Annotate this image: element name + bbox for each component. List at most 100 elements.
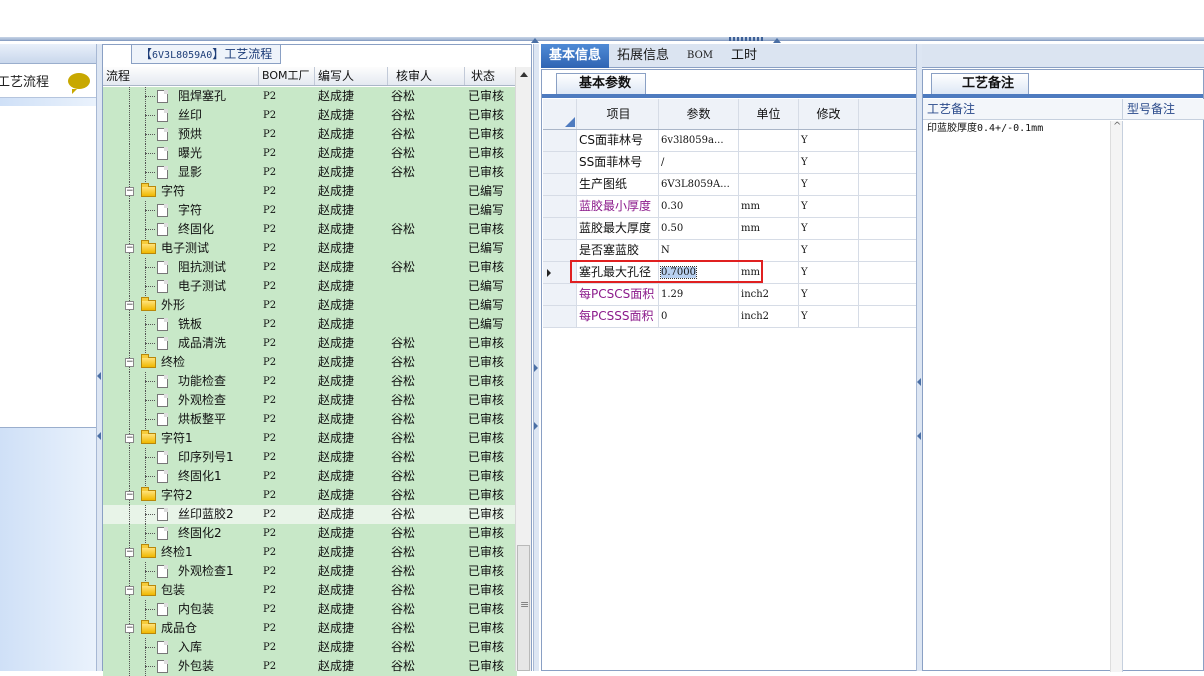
col-header-unit[interactable]: 单位: [739, 99, 799, 129]
param-row[interactable]: 生产图纸 6V3L8059A... Y: [543, 174, 917, 196]
tree-node[interactable]: 显影: [103, 163, 259, 182]
param-modify-cell[interactable]: Y: [799, 130, 859, 151]
tree-row[interactable]: 显影 P2 赵成捷 谷松 已审核: [103, 163, 517, 182]
tree-node[interactable]: 外观检查: [103, 391, 259, 410]
param-unit-cell[interactable]: [739, 130, 799, 151]
tree-row[interactable]: 外观检查1 P2 赵成捷 谷松 已审核: [103, 562, 517, 581]
tree-node[interactable]: 丝印蓝胶2: [103, 505, 259, 524]
tree-row[interactable]: − 成品仓 P2 赵成捷 谷松 已审核: [103, 619, 517, 638]
tree-row[interactable]: 印序列号1 P2 赵成捷 谷松 已审核: [103, 448, 517, 467]
collapse-arrow-icon[interactable]: [917, 432, 921, 440]
tree-row[interactable]: − 字符1 P2 赵成捷 谷松 已审核: [103, 429, 517, 448]
tab-work-hours[interactable]: 工时: [723, 44, 765, 68]
param-modify-cell[interactable]: Y: [799, 284, 859, 305]
row-selector[interactable]: [543, 196, 577, 217]
tree-node[interactable]: 预烘: [103, 125, 259, 144]
tree-row[interactable]: − 字符 P2 赵成捷 已编写: [103, 182, 517, 201]
row-selector[interactable]: [543, 284, 577, 305]
row-selector[interactable]: [543, 152, 577, 173]
tree-node[interactable]: 内包装: [103, 600, 259, 619]
tree-node[interactable]: 丝印: [103, 106, 259, 125]
param-value-cell[interactable]: 6v3l8059a...: [659, 130, 739, 151]
tree-node[interactable]: 终固化: [103, 220, 259, 239]
tree-row[interactable]: 铣板 P2 赵成捷 已编写: [103, 315, 517, 334]
tree-row[interactable]: 字符 P2 赵成捷 已编写: [103, 201, 517, 220]
tree-row[interactable]: 外观检查 P2 赵成捷 谷松 已审核: [103, 391, 517, 410]
row-selector[interactable]: [543, 306, 577, 327]
param-modify-cell[interactable]: Y: [799, 174, 859, 195]
tree-row[interactable]: 曝光 P2 赵成捷 谷松 已审核: [103, 144, 517, 163]
tab-basic-info[interactable]: 基本信息: [541, 44, 610, 68]
tree-row[interactable]: 烘板整平 P2 赵成捷 谷松 已审核: [103, 410, 517, 429]
param-modify-cell[interactable]: Y: [799, 218, 859, 239]
collapse-toggle-icon[interactable]: −: [125, 491, 134, 500]
param-row[interactable]: 每PCSCS面积 1.29 inch2 Y: [543, 284, 917, 306]
tree-scrollbar[interactable]: [515, 67, 531, 671]
col-header-param[interactable]: 参数: [659, 99, 739, 129]
tree-row[interactable]: 终固化1 P2 赵成捷 谷松 已审核: [103, 467, 517, 486]
tree-node[interactable]: 铣板: [103, 315, 259, 334]
tree-node[interactable]: − 包装: [103, 581, 259, 600]
tree-row[interactable]: 功能检查 P2 赵成捷 谷松 已审核: [103, 372, 517, 391]
tree-node[interactable]: 阻抗测试: [103, 258, 259, 277]
tree-node[interactable]: − 字符2: [103, 486, 259, 505]
param-value-cell[interactable]: 0.50: [659, 218, 739, 239]
tree-node[interactable]: 电子测试: [103, 277, 259, 296]
param-modify-cell[interactable]: Y: [799, 262, 859, 283]
collapse-arrow-icon[interactable]: [97, 432, 101, 440]
tree-node[interactable]: 入库: [103, 638, 259, 657]
param-unit-cell[interactable]: mm: [739, 218, 799, 239]
tree-node[interactable]: − 电子测试: [103, 239, 259, 258]
collapse-arrow-icon[interactable]: [534, 422, 538, 430]
tree-node[interactable]: 终固化2: [103, 524, 259, 543]
param-row[interactable]: SS面菲林号 / Y: [543, 152, 917, 174]
row-selector[interactable]: [543, 218, 577, 239]
param-value-cell[interactable]: 1.29: [659, 284, 739, 305]
param-modify-cell[interactable]: Y: [799, 306, 859, 327]
row-selector[interactable]: [543, 174, 577, 195]
param-modify-cell[interactable]: Y: [799, 196, 859, 217]
collapse-arrow-icon[interactable]: [917, 378, 921, 386]
param-unit-cell[interactable]: mm: [739, 196, 799, 217]
param-row[interactable]: CS面菲林号 6v3l8059a... Y: [543, 130, 917, 152]
tree-row[interactable]: 电子测试 P2 赵成捷 已编写: [103, 277, 517, 296]
tree-node[interactable]: 曝光: [103, 144, 259, 163]
tree-node[interactable]: − 终检1: [103, 543, 259, 562]
col-header-bom[interactable]: BOM工厂: [259, 67, 315, 85]
collapse-toggle-icon[interactable]: −: [125, 624, 134, 633]
tree-row[interactable]: − 终检 P2 赵成捷 谷松 已审核: [103, 353, 517, 372]
tree-row[interactable]: 预烘 P2 赵成捷 谷松 已审核: [103, 125, 517, 144]
note-scrollbar[interactable]: [1110, 121, 1122, 672]
tree-row[interactable]: − 终检1 P2 赵成捷 谷松 已审核: [103, 543, 517, 562]
tree-row[interactable]: 入库 P2 赵成捷 谷松 已审核: [103, 638, 517, 657]
param-unit-cell[interactable]: [739, 240, 799, 261]
param-modify-cell[interactable]: Y: [799, 240, 859, 261]
splitter-grip-icon[interactable]: [729, 37, 765, 41]
tab-bom[interactable]: BOM: [677, 44, 723, 68]
tree-row[interactable]: − 字符2 P2 赵成捷 谷松 已审核: [103, 486, 517, 505]
tree-row[interactable]: 阻抗测试 P2 赵成捷 谷松 已审核: [103, 258, 517, 277]
subtab-process-notes[interactable]: 工艺备注: [931, 73, 1030, 94]
grid-corner[interactable]: [543, 99, 577, 129]
tree-node[interactable]: 字符: [103, 201, 259, 220]
tree-node[interactable]: 外观检查1: [103, 562, 259, 581]
collapse-toggle-icon[interactable]: −: [125, 187, 134, 196]
tree-node[interactable]: − 字符1: [103, 429, 259, 448]
tree-node[interactable]: 成品清洗: [103, 334, 259, 353]
param-value-cell[interactable]: /: [659, 152, 739, 173]
tree-row[interactable]: 外包装 P2 赵成捷 谷松 已审核: [103, 657, 517, 676]
tree-node[interactable]: − 终检: [103, 353, 259, 372]
collapse-toggle-icon[interactable]: −: [125, 434, 134, 443]
col-header-reviewer[interactable]: 核审人: [388, 67, 465, 85]
col-header-writer[interactable]: 编写人: [315, 67, 388, 85]
collapse-toggle-icon[interactable]: −: [125, 586, 134, 595]
collapse-toggle-icon[interactable]: −: [125, 301, 134, 310]
tree-node[interactable]: 功能检查: [103, 372, 259, 391]
scroll-thumb[interactable]: [517, 545, 530, 671]
param-unit-cell[interactable]: [739, 152, 799, 173]
col-header-flow[interactable]: 流程: [103, 67, 259, 85]
tree-row[interactable]: 丝印 P2 赵成捷 谷松 已审核: [103, 106, 517, 125]
scroll-up-icon[interactable]: [520, 72, 528, 77]
top-splitter-bar[interactable]: [0, 37, 1204, 41]
tab-extended-info[interactable]: 拓展信息: [609, 44, 677, 68]
